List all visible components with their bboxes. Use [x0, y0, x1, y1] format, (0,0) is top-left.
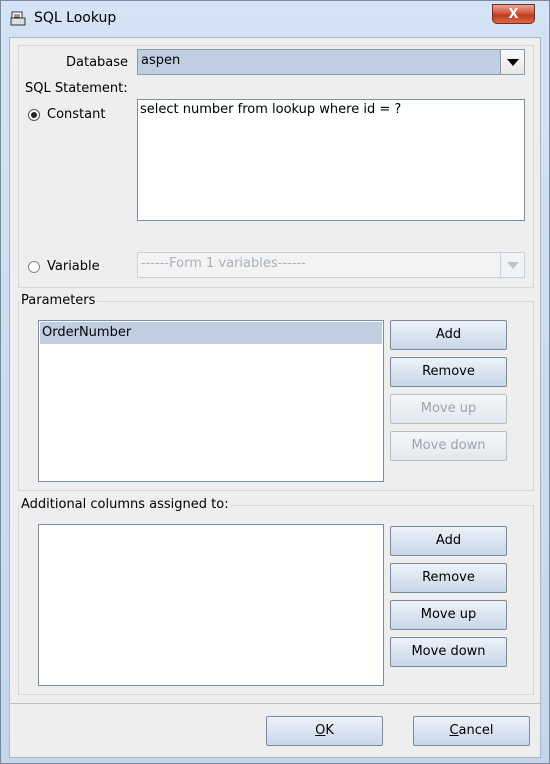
- chevron-down-icon: [507, 59, 519, 66]
- variable-radio[interactable]: [28, 261, 40, 273]
- cancel-label-rest: ancel: [458, 723, 494, 738]
- list-item[interactable]: OrderNumber: [40, 322, 382, 344]
- database-label: Database: [66, 55, 129, 70]
- parameters-move-down-button[interactable]: Move down: [390, 431, 507, 461]
- parameters-remove-button[interactable]: Remove: [390, 357, 507, 387]
- variable-placeholder: ------Form 1 variables------: [141, 256, 306, 271]
- parameters-move-up-button[interactable]: Move up: [390, 394, 507, 424]
- sql-constant-textarea[interactable]: select number from lookup where id = ?: [137, 99, 525, 221]
- additional-move-up-button[interactable]: Move up: [390, 600, 507, 630]
- cancel-button[interactable]: Cancel: [413, 716, 530, 746]
- ok-button[interactable]: OK: [266, 716, 383, 746]
- close-icon: X: [508, 7, 519, 22]
- parameters-list[interactable]: OrderNumber: [38, 320, 384, 482]
- additional-remove-button[interactable]: Remove: [390, 563, 507, 593]
- additional-columns-fieldset: Additional columns assigned to: Add Remo…: [18, 497, 534, 695]
- additional-add-button[interactable]: Add: [390, 526, 507, 556]
- additional-move-down-button[interactable]: Move down: [390, 637, 507, 667]
- chevron-down-icon: [507, 262, 519, 269]
- app-icon: [10, 11, 26, 26]
- window-title: SQL Lookup: [34, 10, 117, 26]
- database-dropdown-button[interactable]: [500, 50, 524, 74]
- ok-label-rest: K: [325, 723, 334, 738]
- variable-dropdown-button: [500, 253, 524, 277]
- constant-radio[interactable]: [28, 109, 40, 121]
- variable-select: ------Form 1 variables------: [137, 252, 525, 278]
- footer-divider: [10, 703, 540, 704]
- dialog-body: Database aspen SQL Statement: Constant s…: [9, 37, 541, 758]
- close-button[interactable]: X: [492, 4, 535, 24]
- cancel-mnemonic: C: [449, 723, 459, 738]
- parameters-fieldset: Parameters OrderNumber Add Remove Move u…: [18, 293, 534, 491]
- ok-mnemonic: O: [315, 723, 326, 738]
- variable-label[interactable]: Variable: [47, 259, 100, 274]
- constant-label[interactable]: Constant: [47, 107, 105, 122]
- parameters-legend: Parameters: [19, 293, 98, 308]
- list-item-label: OrderNumber: [42, 325, 132, 340]
- database-select[interactable]: aspen: [137, 49, 525, 75]
- additional-columns-legend: Additional columns assigned to:: [19, 497, 231, 512]
- sql-lookup-window: SQL Lookup X Database aspen SQL Statemen…: [0, 0, 550, 764]
- parameters-add-button[interactable]: Add: [390, 320, 507, 350]
- sql-panel: Database aspen SQL Statement: Constant s…: [18, 45, 534, 288]
- additional-columns-list[interactable]: [38, 524, 384, 686]
- radio-selected-indicator: [31, 112, 37, 118]
- database-value: aspen: [141, 53, 181, 68]
- title-bar[interactable]: SQL Lookup X: [1, 1, 549, 37]
- sql-constant-text: select number from lookup where id = ?: [140, 102, 402, 117]
- sql-statement-label: SQL Statement:: [25, 81, 128, 96]
